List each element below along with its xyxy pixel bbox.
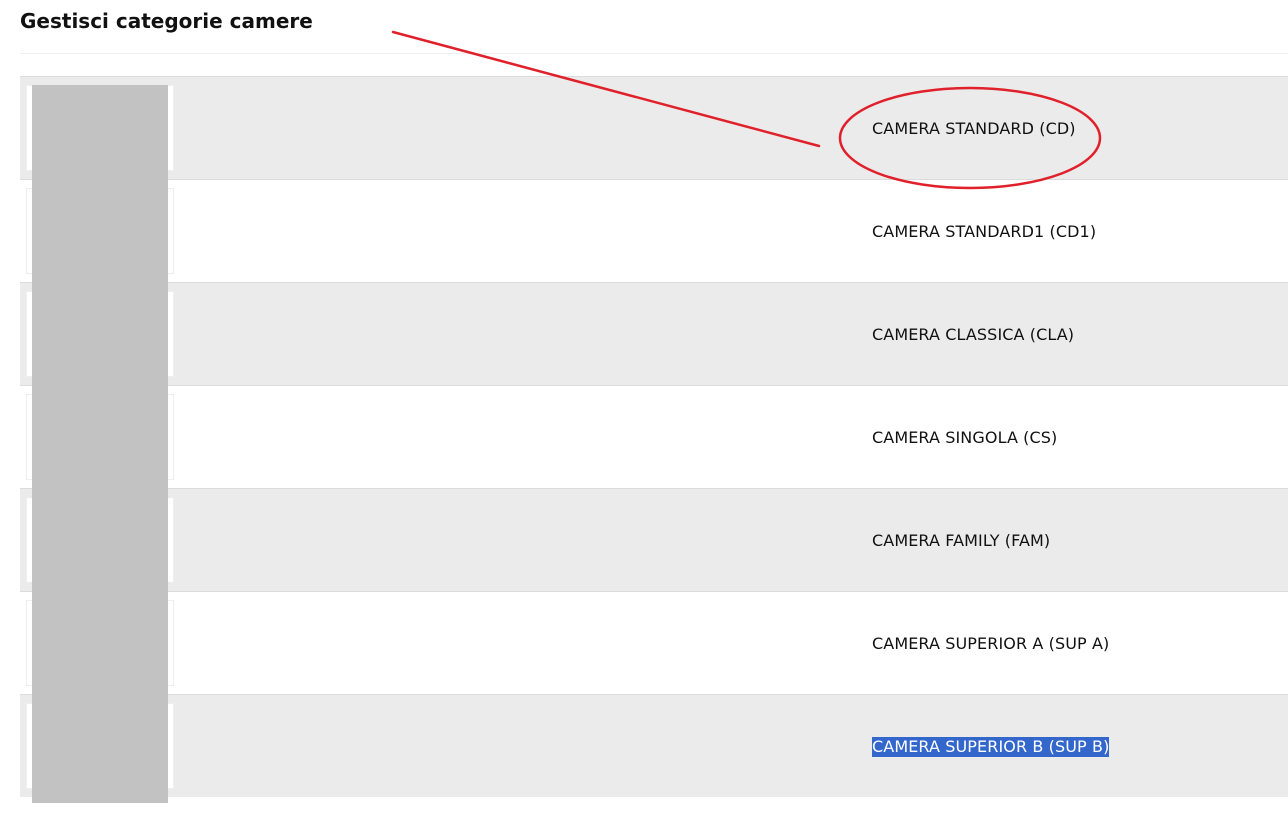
category-label[interactable]: CAMERA STANDARD1 (CD1) [872, 222, 1096, 242]
redaction-block [32, 85, 168, 803]
page: Gestisci categorie camere CAMERA STANDAR… [0, 0, 1288, 820]
category-label[interactable]: CAMERA STANDARD (CD) [872, 119, 1076, 139]
category-row-cd[interactable]: CAMERA STANDARD (CD) [20, 76, 1288, 179]
category-row-sup-b[interactable]: CAMERA SUPERIOR B (SUP B) [20, 694, 1288, 797]
category-row-sup-a[interactable]: CAMERA SUPERIOR A (SUP A) [20, 591, 1288, 694]
category-label[interactable]: CAMERA SINGOLA (CS) [872, 428, 1057, 448]
category-row-cs[interactable]: CAMERA SINGOLA (CS) [20, 385, 1288, 488]
category-label[interactable]: CAMERA CLASSICA (CLA) [872, 325, 1074, 345]
category-label-selected[interactable]: CAMERA SUPERIOR B (SUP B) [872, 737, 1110, 757]
category-list: CAMERA STANDARD (CD) CAMERA STANDARD1 (C… [20, 76, 1288, 797]
page-title: Gestisci categorie camere [20, 9, 313, 33]
category-row-cla[interactable]: CAMERA CLASSICA (CLA) [20, 282, 1288, 385]
category-label[interactable]: CAMERA FAMILY (FAM) [872, 531, 1050, 551]
category-row-cd1[interactable]: CAMERA STANDARD1 (CD1) [20, 179, 1288, 282]
title-divider [20, 53, 1288, 54]
category-row-fam[interactable]: CAMERA FAMILY (FAM) [20, 488, 1288, 591]
category-label[interactable]: CAMERA SUPERIOR A (SUP A) [872, 634, 1109, 654]
